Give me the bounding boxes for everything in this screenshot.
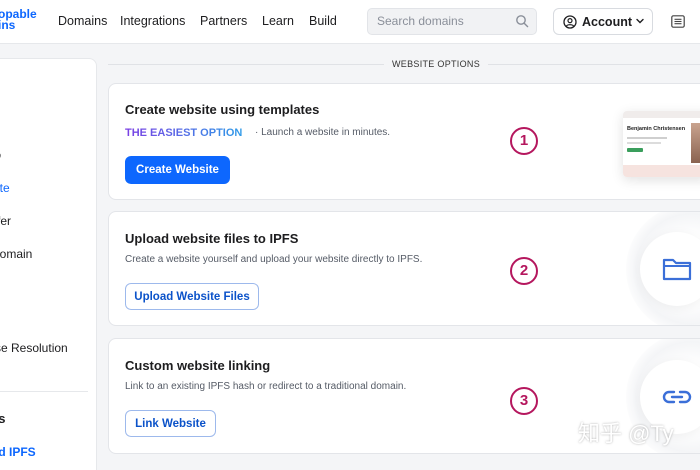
account-label: Account bbox=[582, 15, 632, 29]
user-circle-icon bbox=[563, 15, 577, 29]
template-preview-image: Benjamin Christensen bbox=[623, 111, 700, 177]
preview-footer bbox=[623, 165, 700, 177]
card-description: · Launch a website in minutes. bbox=[255, 127, 391, 138]
preview-text-line bbox=[627, 137, 667, 139]
preview-topbar bbox=[623, 111, 700, 118]
upload-website-files-button[interactable]: Upload Website Files bbox=[125, 283, 259, 310]
step-number-badge: 3 bbox=[510, 387, 538, 415]
brand-logo[interactable]: opable ins bbox=[0, 8, 38, 32]
search-box[interactable] bbox=[367, 8, 537, 35]
preview-text-line bbox=[627, 142, 661, 144]
logo-line-2: ins bbox=[0, 18, 16, 32]
sidebar-item-website[interactable]: site bbox=[0, 181, 10, 195]
link-icon bbox=[662, 390, 692, 404]
card-description: Link to an existing IPFS hash or redirec… bbox=[125, 381, 407, 392]
website-option-card-templates: Create website using templates THE EASIE… bbox=[108, 83, 700, 200]
sidebar-item-domain[interactable]: Domain bbox=[0, 247, 32, 261]
card-title: Create website using templates bbox=[125, 102, 320, 117]
sidebar-item-reverse-resolution[interactable]: rse Resolution bbox=[0, 341, 68, 355]
link-website-button[interactable]: Link Website bbox=[125, 410, 216, 437]
top-header: opable ins Domains Integrations Partners… bbox=[0, 0, 700, 44]
sidebar-divider bbox=[0, 391, 88, 392]
website-option-card-upload: Upload website files to IPFS Create a we… bbox=[108, 211, 700, 326]
account-button[interactable]: Account bbox=[553, 8, 653, 35]
search-input[interactable] bbox=[377, 14, 507, 28]
menu-list-icon[interactable] bbox=[671, 15, 685, 28]
card-title: Custom website linking bbox=[125, 358, 271, 373]
sidebar-item-2[interactable]: to bbox=[0, 148, 1, 162]
nav-learn[interactable]: Learn bbox=[262, 14, 294, 28]
chevron-down-icon bbox=[636, 18, 644, 24]
easiest-option-label: THE EASIEST OPTION bbox=[125, 127, 243, 139]
preview-photo bbox=[691, 123, 700, 163]
section-title: WEBSITE OPTIONS bbox=[384, 59, 489, 69]
nav-domains[interactable]: Domains bbox=[58, 14, 107, 28]
step-number-badge: 1 bbox=[510, 127, 538, 155]
create-website-button[interactable]: Create Website bbox=[125, 156, 230, 184]
search-icon[interactable] bbox=[515, 14, 529, 28]
nav-integrations[interactable]: Integrations bbox=[120, 14, 185, 28]
preview-name: Benjamin Christensen bbox=[627, 126, 686, 132]
watermark: 知乎 @Ty bbox=[578, 421, 674, 446]
card-description: Create a website yourself and upload you… bbox=[125, 254, 423, 265]
step-number-badge: 2 bbox=[510, 257, 538, 285]
preview-button bbox=[627, 148, 643, 152]
sidebar-item-transfer[interactable]: sfer bbox=[0, 214, 11, 228]
nav-partners[interactable]: Partners bbox=[200, 14, 247, 28]
nav-build[interactable]: Build bbox=[309, 14, 337, 28]
folder-icon bbox=[662, 258, 692, 281]
sidebar-link-ipfs[interactable]: nd IPFS bbox=[0, 445, 36, 459]
sidebar-heading: es bbox=[0, 411, 6, 426]
left-sidebar: e to site sfer Domain e rse Resolution e… bbox=[0, 58, 97, 470]
card-title: Upload website files to IPFS bbox=[125, 231, 299, 246]
